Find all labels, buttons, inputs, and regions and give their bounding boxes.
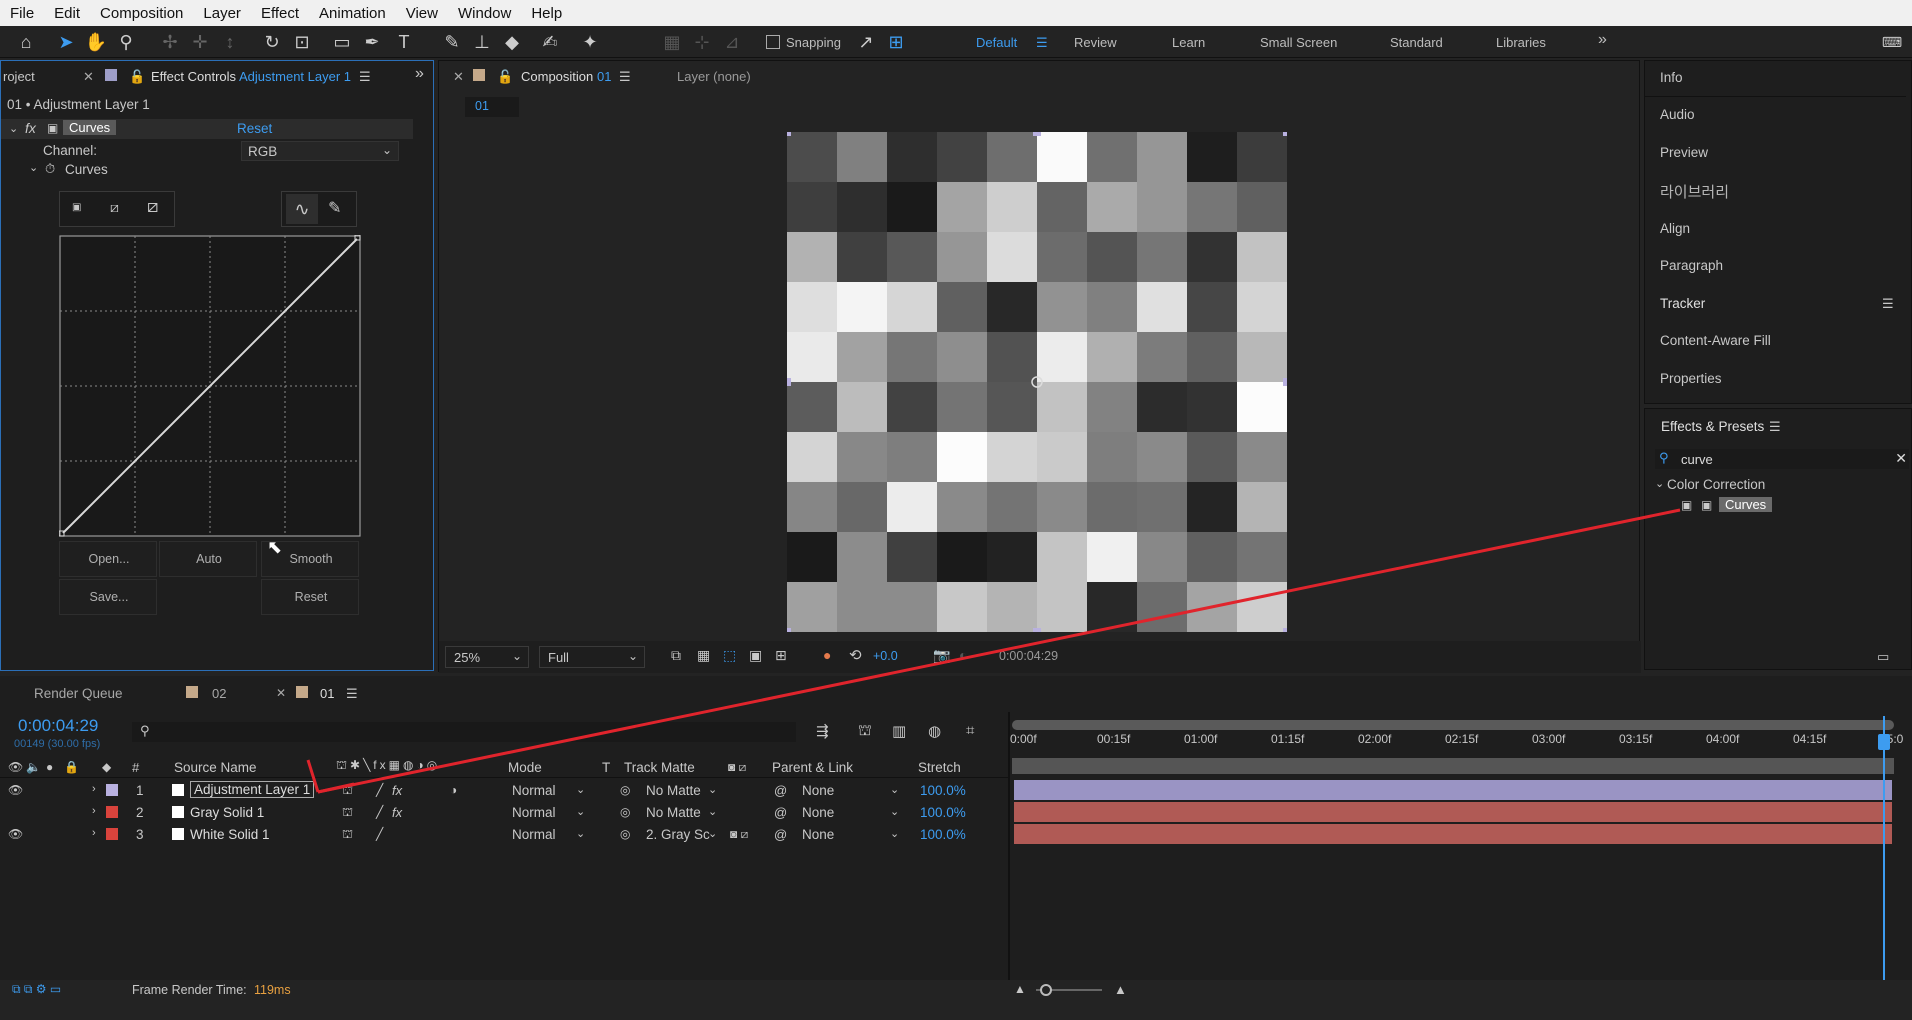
annotation-arrow	[306, 508, 1681, 794]
